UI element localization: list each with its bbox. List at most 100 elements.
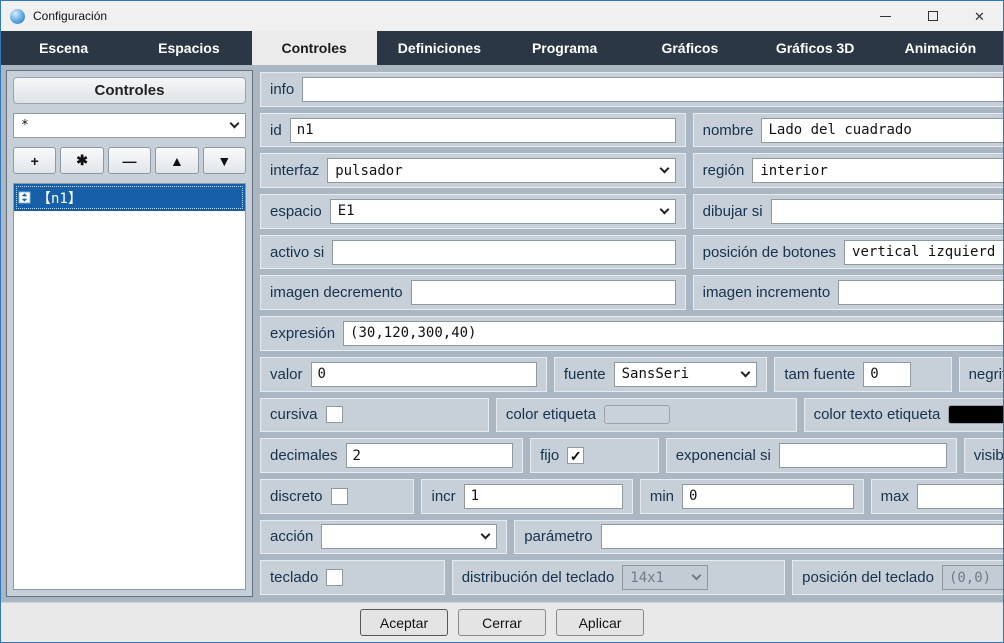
cursiva-label: cursiva — [270, 406, 318, 424]
field-fijo: fijo — [530, 438, 659, 473]
field-color-etiqueta: color etiqueta — [495, 397, 797, 433]
min-input[interactable] — [682, 483, 854, 509]
controls-list: 【n1】 — [13, 183, 246, 590]
interfaz-label: interfaz — [270, 162, 320, 180]
chevron-down-icon — [480, 529, 491, 540]
tam-fuente-input[interactable] — [863, 361, 912, 387]
exponencial-si-label: exponencial si — [675, 447, 771, 465]
field-id: id — [260, 112, 686, 148]
decimales-label: decimales — [270, 447, 338, 465]
field-tam-fuente: tam fuente — [774, 356, 952, 392]
sidebar-header-button[interactable]: Controles — [13, 77, 246, 104]
close-button[interactable]: ✕ — [956, 1, 1003, 31]
incr-label: incr — [431, 487, 456, 505]
tab-programa[interactable]: Programa — [502, 31, 627, 65]
valor-input[interactable] — [310, 361, 537, 387]
fuente-label: fuente — [563, 365, 606, 383]
tab-definiciones[interactable]: Definiciones — [377, 31, 502, 65]
color-etiqueta-label: color etiqueta — [505, 406, 596, 424]
id-input[interactable] — [289, 117, 676, 143]
field-color-texto-etiqueta: color texto etiqueta — [803, 397, 1003, 433]
add-control-button[interactable]: + — [13, 147, 57, 174]
window-controls: ✕ — [862, 1, 1003, 31]
min-label: min — [649, 487, 675, 505]
decimales-input[interactable] — [345, 443, 514, 469]
aceptar-button[interactable]: Aceptar — [360, 609, 448, 636]
dibujar-si-input[interactable] — [770, 198, 1003, 224]
valor-label: valor — [270, 365, 303, 383]
espacio-select[interactable]: E1 — [329, 198, 676, 224]
minimize-button[interactable] — [862, 1, 909, 31]
field-min: min — [639, 478, 864, 514]
interfaz-select[interactable]: pulsador — [327, 158, 676, 184]
field-dibujar-si: dibujar si — [692, 194, 1003, 229]
color-texto-etiqueta-swatch[interactable] — [948, 405, 1003, 425]
exponencial-si-input[interactable] — [778, 443, 947, 469]
fuente-select[interactable]: SansSeri — [613, 361, 758, 387]
nombre-input[interactable] — [761, 117, 1003, 143]
spinner-control-icon — [18, 191, 31, 204]
region-label: región — [702, 162, 745, 180]
fijo-checkbox[interactable] — [567, 447, 585, 465]
footer: Aceptar Cerrar Aplicar — [1, 602, 1003, 642]
parametro-input[interactable] — [600, 524, 1003, 550]
cerrar-button[interactable]: Cerrar — [458, 609, 546, 636]
discreto-checkbox[interactable] — [330, 487, 348, 505]
interfaz-value: pulsador — [335, 162, 403, 179]
tab-graficos[interactable]: Gráficos — [627, 31, 752, 65]
maximize-button[interactable] — [909, 1, 956, 31]
distribucion-teclado-select[interactable]: 14x1 — [622, 565, 709, 591]
espacio-label: espacio — [270, 202, 322, 220]
posicion-teclado-input[interactable] — [941, 565, 1003, 591]
imagen-decremento-input[interactable] — [410, 280, 676, 306]
duplicate-control-button[interactable]: ✱ — [60, 147, 104, 174]
field-valor: valor — [260, 356, 547, 392]
move-down-button[interactable]: ▼ — [202, 147, 247, 174]
cursiva-checkbox[interactable] — [325, 406, 343, 424]
window-title: Configuración — [33, 9, 108, 23]
field-visible: visible — [963, 438, 1003, 473]
app-icon — [10, 8, 25, 24]
info-input[interactable] — [302, 76, 1003, 102]
field-exponencial-si: exponencial si — [665, 438, 957, 473]
posicion-botones-value: vertical izquierd — [852, 244, 996, 261]
remove-control-button[interactable]: — — [107, 147, 152, 174]
maximize-icon — [927, 11, 938, 21]
imagen-incremento-input[interactable] — [838, 280, 1003, 306]
tab-bar: Escena Espacios Controles Definiciones P… — [1, 31, 1003, 65]
color-texto-etiqueta-label: color texto etiqueta — [813, 406, 941, 424]
tab-animacion[interactable]: Animación — [878, 31, 1003, 65]
expresion-input[interactable] — [343, 320, 1003, 346]
aplicar-button[interactable]: Aplicar — [556, 609, 644, 636]
move-up-button[interactable]: ▲ — [155, 147, 199, 174]
field-max: max — [870, 478, 1003, 514]
nombre-label: nombre — [702, 121, 754, 139]
tab-escena[interactable]: Escena — [1, 31, 126, 65]
field-activo-si: activo si — [260, 234, 686, 270]
field-distribucion-teclado: distribución del teclado 14x1 — [451, 560, 786, 595]
tab-espacios[interactable]: Espacios — [126, 31, 251, 65]
tam-fuente-label: tam fuente — [784, 365, 856, 383]
max-input[interactable] — [916, 483, 1003, 509]
control-filter-select[interactable]: * — [13, 113, 246, 138]
field-fuente: fuente SansSeri — [553, 356, 768, 392]
tab-graficos-3d[interactable]: Gráficos 3D — [753, 31, 878, 65]
imagen-decremento-label: imagen decremento — [270, 284, 403, 302]
field-cursiva: cursiva — [260, 397, 489, 433]
teclado-checkbox[interactable] — [326, 569, 344, 587]
tab-controles[interactable]: Controles — [251, 31, 377, 65]
region-value: interior — [760, 162, 828, 179]
region-select[interactable]: interior — [752, 158, 1003, 184]
list-item-label: 【n1】 — [37, 190, 82, 207]
color-etiqueta-swatch[interactable] — [603, 405, 670, 425]
field-expresion: expresión — [260, 316, 1003, 351]
posicion-botones-select[interactable]: vertical izquierd — [844, 239, 1003, 265]
activo-si-label: activo si — [270, 243, 325, 261]
activo-si-input[interactable] — [332, 239, 676, 265]
list-item-n1[interactable]: 【n1】 — [14, 184, 245, 211]
accion-select[interactable] — [321, 524, 498, 550]
incr-input[interactable] — [463, 483, 623, 509]
imagen-incremento-label: imagen incremento — [702, 284, 831, 302]
max-label: max — [880, 487, 909, 505]
chevron-down-icon — [740, 367, 751, 378]
